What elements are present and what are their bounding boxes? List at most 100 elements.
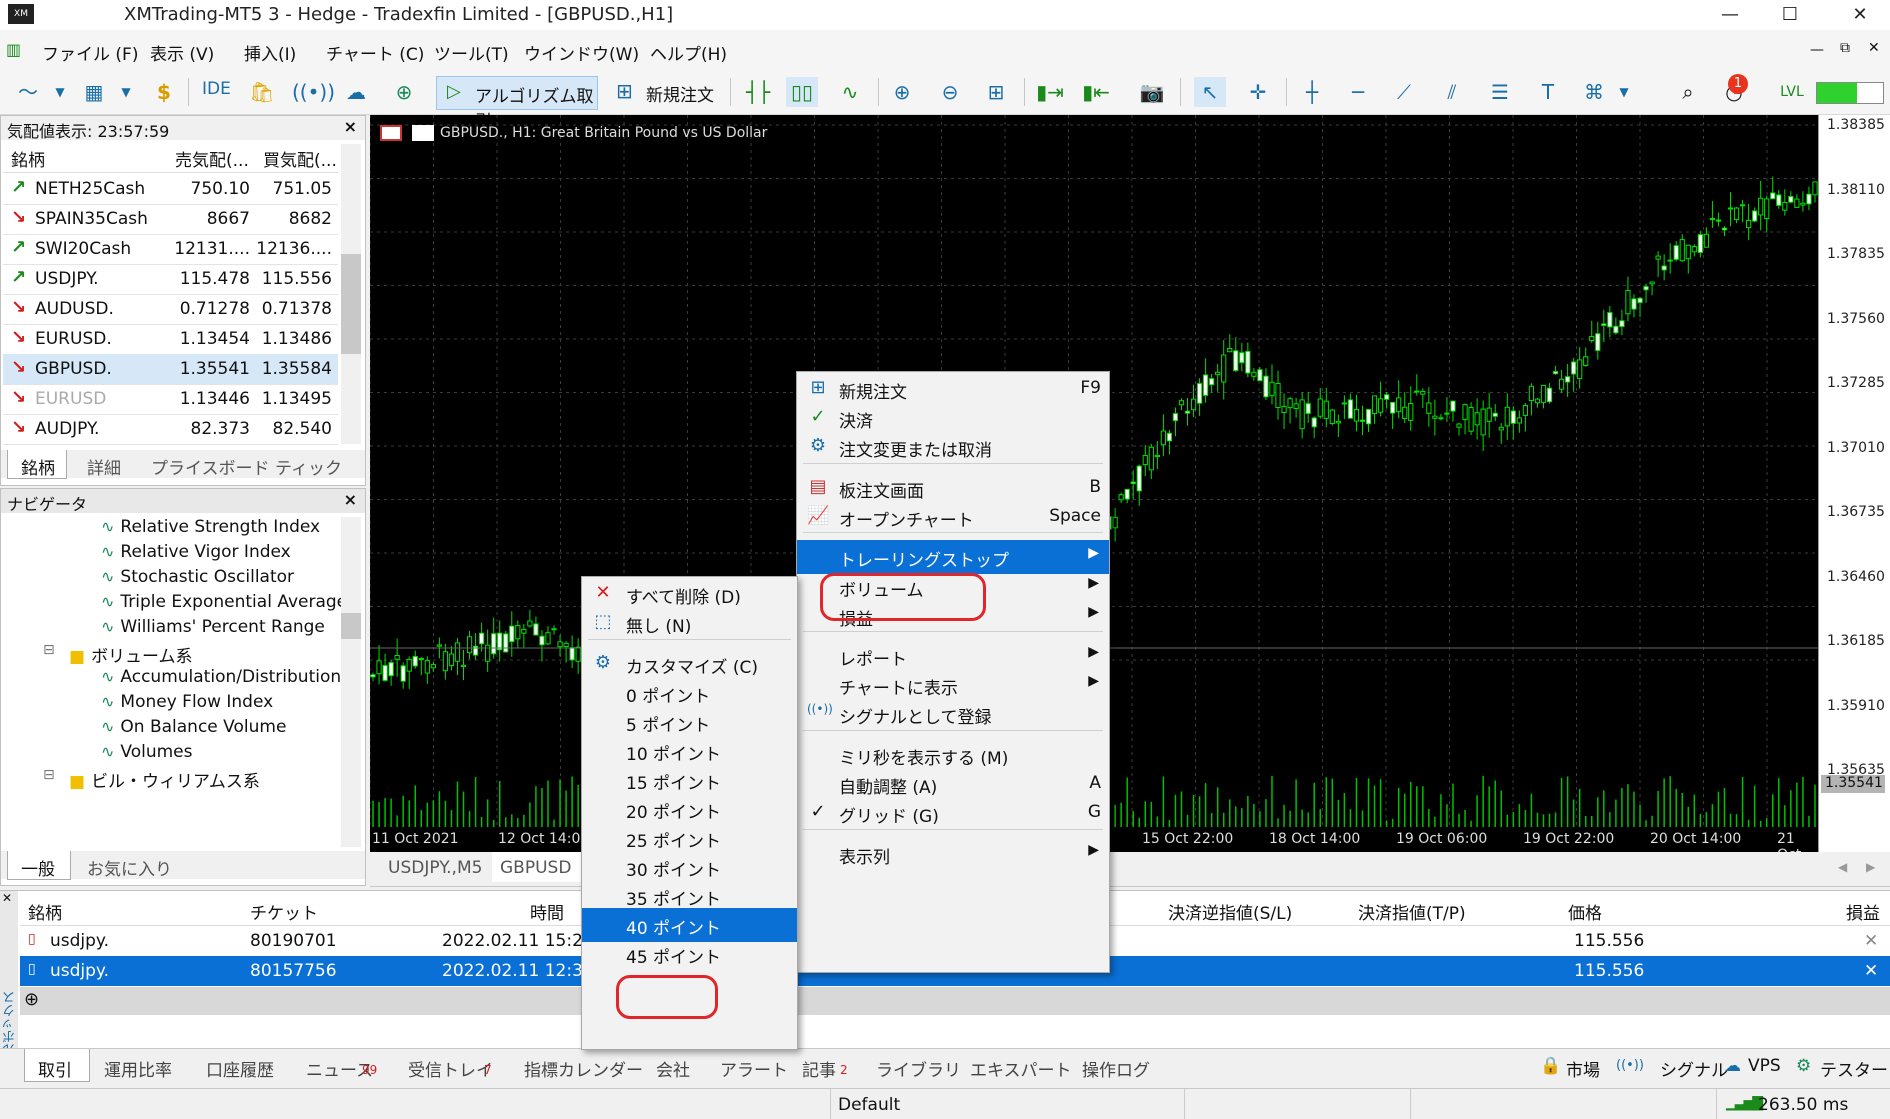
trendline-icon[interactable]: ⟋	[1388, 77, 1420, 107]
ide-button[interactable]: IDE	[202, 79, 231, 99]
channel-icon[interactable]: ⫽	[1436, 77, 1468, 107]
menu-view[interactable]: 表示 (V)	[150, 40, 214, 65]
col-bid[interactable]: 売気配(...	[175, 146, 249, 171]
tab-general[interactable]: 一般	[21, 855, 55, 880]
close-position-icon[interactable]: ✕	[1864, 961, 1878, 981]
col-tp[interactable]: 決済指値(T/P)	[1358, 899, 1466, 924]
zoom-in-icon[interactable]: ⊕	[886, 77, 918, 107]
tab-scroll-right-icon[interactable]: ▶	[1866, 860, 1875, 874]
menu-window[interactable]: ウインドウ(W)	[524, 40, 639, 65]
panel-close-icon[interactable]: ×	[344, 117, 357, 136]
panel-close-icon[interactable]: ×	[344, 490, 357, 509]
search-icon[interactable]: ⌕	[1672, 77, 1704, 107]
navigator-folder[interactable]: ⊟ ■ ビル・ウィリアムス系	[43, 767, 260, 792]
context-menu-item[interactable]: 表示列 ▶	[797, 837, 1109, 871]
toolbox-close-icon[interactable]: ✕	[2, 891, 12, 905]
market-watch-row[interactable]: ↘ GBPUSD. 1.35541 1.35584	[3, 354, 338, 385]
fibonacci-icon[interactable]: ☰	[1484, 77, 1516, 107]
market-watch-row[interactable]: ↘ AUDUSD. 0.71278 0.71378	[3, 294, 338, 325]
autoscroll-icon[interactable]: ▮⇥	[1034, 77, 1066, 107]
navigator-indicator[interactable]: ∿ Triple Exponential Average	[101, 592, 347, 612]
dollar-icon[interactable]: $	[148, 77, 180, 107]
text-icon[interactable]: T	[1532, 77, 1564, 107]
tab-trade[interactable]: 取引	[38, 1056, 72, 1081]
trading-panel-icon[interactable]	[380, 125, 402, 141]
tab-favorites[interactable]: お気に入り	[87, 855, 172, 880]
market-bag-icon[interactable]: 🛍	[246, 77, 278, 107]
col-ticket[interactable]: チケット	[250, 899, 318, 924]
vps-link[interactable]: VPS	[1748, 1056, 1781, 1076]
menu-insert[interactable]: 挿入(I)	[244, 40, 296, 65]
zoom-out-icon[interactable]: ⊖	[934, 77, 966, 107]
context-menu-item[interactable]: ((•)) シグナルとして登録	[797, 697, 1109, 731]
menu-file[interactable]: ファイル (F)	[42, 40, 138, 65]
context-menu-item[interactable]: トレーリングストップ ▶	[797, 540, 1109, 574]
minimize-button[interactable]: —	[1700, 0, 1760, 30]
navigator-indicator[interactable]: ∿ Relative Strength Index	[101, 517, 320, 537]
tab-articles[interactable]: 記事	[802, 1056, 836, 1081]
maximize-button[interactable]: ☐	[1760, 0, 1820, 30]
tab-symbols[interactable]: 銘柄	[21, 454, 55, 479]
tab-alerts[interactable]: アラート	[720, 1056, 788, 1081]
mdi-close-icon[interactable]: ✕	[1868, 40, 1880, 56]
context-menu-item[interactable]: ⚙ 注文変更または取消	[797, 430, 1109, 464]
tab-scroll-left-icon[interactable]: ◀	[1838, 860, 1847, 874]
signal-icon[interactable]: ((•))	[292, 77, 335, 107]
collapse-icon[interactable]: ⊟	[43, 767, 55, 783]
market-watch-row[interactable]: ↗ NETH25Cash 750.10 751.05	[3, 174, 338, 205]
add-row[interactable]: ⊕	[20, 987, 1890, 1015]
cursor-icon[interactable]: ↖	[1194, 77, 1226, 107]
market-watch-row[interactable]: ↘ EURUSD. 1.13454 1.13486	[3, 324, 338, 355]
col-time[interactable]: 時間	[530, 899, 564, 924]
col-ask[interactable]: 買気配(...	[263, 146, 337, 171]
navigator-folder[interactable]: ⊟ ■ ボリューム系	[43, 642, 193, 667]
market-watch-row[interactable]: ↗ USDJPY. 115.478 115.556	[3, 264, 338, 295]
col-price[interactable]: 価格	[1568, 899, 1602, 924]
tab-history[interactable]: 口座履歴	[206, 1056, 274, 1081]
shapes-dropdown-icon[interactable]: ▼	[1608, 77, 1640, 107]
line-chart-icon[interactable]: 〜	[12, 77, 44, 107]
col-profit[interactable]: 損益	[1846, 899, 1880, 924]
tab-details[interactable]: 詳細	[87, 454, 121, 479]
cloud-icon[interactable]: ☁	[340, 77, 372, 107]
market-watch-row[interactable]: ↘ AUDJPY. 82.373 82.540	[3, 414, 338, 445]
market-watch-scrollbar[interactable]	[341, 144, 361, 444]
navigator-indicator[interactable]: ∿ On Balance Volume	[101, 717, 286, 737]
tab-experts[interactable]: エキスパート	[970, 1056, 1072, 1081]
line-graph-icon[interactable]: ∿	[834, 77, 866, 107]
horizontal-line-icon[interactable]: ─	[1342, 77, 1374, 107]
menu-chart[interactable]: チャート (C)	[326, 40, 424, 65]
col-sl[interactable]: 決済逆指値(S/L)	[1168, 899, 1292, 924]
navigator-scrollbar[interactable]	[341, 517, 361, 847]
tab-library[interactable]: ライブラリ	[876, 1056, 961, 1081]
close-position-icon[interactable]: ✕	[1864, 931, 1878, 951]
shapes-icon[interactable]: ⌘	[1578, 77, 1610, 107]
new-order-button[interactable]: ⊞ 新規注文	[612, 76, 722, 108]
context-menu-item[interactable]: ✓ グリッド (G) G	[797, 796, 1109, 830]
crosshair-icon[interactable]: ✛	[1242, 77, 1274, 107]
chart-props-icon[interactable]	[412, 125, 434, 141]
chart-shift-icon[interactable]: ▮⇤	[1080, 77, 1112, 107]
navigator-indicator[interactable]: ∿ Stochastic Oscillator	[101, 567, 294, 587]
chart-tab-usdjpy[interactable]: USDJPY.,M5	[380, 852, 493, 882]
col-symbol[interactable]: 銘柄	[28, 899, 62, 924]
navigator-indicator[interactable]: ∿ Williams' Percent Range	[101, 617, 325, 637]
navigator-indicator[interactable]: ∿ Accumulation/Distribution	[101, 667, 341, 687]
tester-link[interactable]: テスター	[1820, 1056, 1888, 1081]
screenshot-icon[interactable]: 📷	[1136, 77, 1168, 107]
candlestick-icon[interactable]: ▯▯	[786, 77, 818, 107]
market-watch-row[interactable]: ↘ EURUSD 1.13446 1.13495	[3, 384, 338, 415]
tab-ticks[interactable]: ティック	[275, 454, 342, 479]
signals-link[interactable]: シグナル	[1660, 1056, 1728, 1081]
indicator-dropdown-icon[interactable]: ▼	[110, 77, 142, 107]
trailing-stop-option[interactable]: 45 ポイント	[582, 937, 797, 971]
tab-exposure[interactable]: 運用比率	[104, 1056, 172, 1081]
col-symbol[interactable]: 銘柄	[11, 146, 45, 171]
tab-calendar[interactable]: 指標カレンダー	[524, 1056, 643, 1081]
close-button[interactable]: ✕	[1830, 0, 1890, 30]
market-watch-row[interactable]: ↗ SWI20Cash 12131.... 12136....	[3, 234, 338, 265]
navigator-indicator[interactable]: ∿ Volumes	[101, 742, 193, 762]
algo-trading-button[interactable]: ▷ アルゴリズム取引	[436, 76, 598, 132]
vertical-line-icon[interactable]: ┼	[1296, 77, 1328, 107]
navigator-indicator[interactable]: ∿ Money Flow Index	[101, 692, 273, 712]
